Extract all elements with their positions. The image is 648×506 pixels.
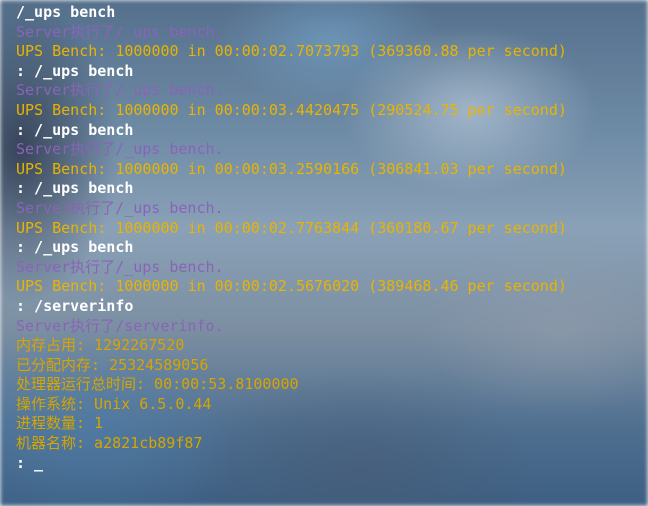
terminal-line-server-echo: Server执行了/_ups bench. [16, 257, 224, 276]
terminal-line-ups-result: UPS Bench: 1000000 in 00:00:02.5676020 (… [16, 277, 567, 296]
terminal-output[interactable]: /_ups bench Server执行了/_ups bench. UPS Be… [16, 3, 648, 473]
terminal-input-prompt[interactable]: : _ [16, 454, 648, 474]
terminal-line-process-count: 进程数量: 1 [16, 414, 104, 433]
terminal-line-server-echo: Server执行了/serverinfo. [16, 316, 224, 335]
terminal-line-cpu-time: 处理器运行总时间: 00:00:53.8100000 [16, 375, 299, 394]
terminal-line-server-echo: Server执行了/_ups bench. [16, 140, 224, 159]
terminal-line-command: : /_ups bench [16, 61, 134, 80]
terminal-line-memory-usage: 内存占用: 1292267520 [16, 336, 185, 355]
terminal-line-command: : /_ups bench [16, 179, 134, 198]
terminal-line-command: : /serverinfo [16, 296, 134, 315]
terminal-line-ups-result: UPS Bench: 1000000 in 00:00:03.2590166 (… [16, 159, 567, 178]
terminal-line-os: 操作系统: Unix 6.5.0.44 [16, 394, 212, 413]
terminal-line-command: : /_ups bench [16, 238, 134, 257]
terminal-line-server-echo: Server执行了/_ups bench. [16, 22, 224, 41]
terminal-line-machine-name: 机器名称: a2821cb89f87 [16, 434, 203, 453]
terminal-line-server-echo: Server执行了/_ups bench. [16, 198, 224, 217]
terminal-line-command: : /_ups bench [16, 120, 134, 139]
terminal-line-server-echo: Server执行了/_ups bench. [16, 81, 224, 100]
terminal-line-ups-result: UPS Bench: 1000000 in 00:00:03.4420475 (… [16, 100, 567, 119]
terminal-line-allocated-memory: 已分配内存: 25324589056 [16, 355, 209, 374]
terminal-line-command: /_ups bench [16, 3, 116, 21]
terminal-line-ups-result: UPS Bench: 1000000 in 00:00:02.7073793 (… [16, 42, 567, 61]
terminal-line-ups-result: UPS Bench: 1000000 in 00:00:02.7763844 (… [16, 218, 567, 237]
